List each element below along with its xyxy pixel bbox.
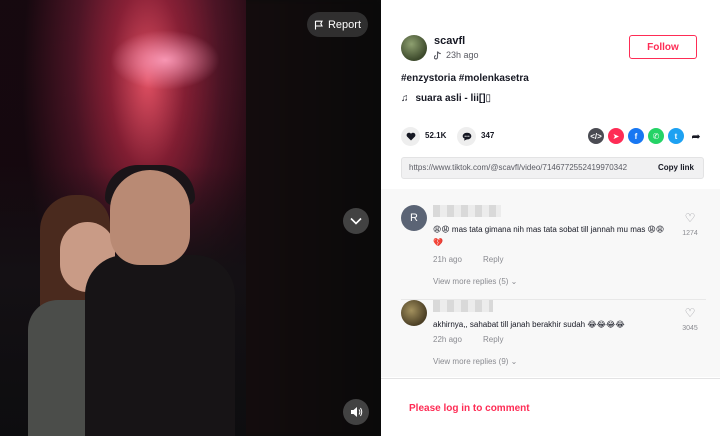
comment-time: 21h ago <box>433 255 462 264</box>
chevron-down-icon <box>350 217 362 225</box>
view-more-replies[interactable]: View more replies (5) ⌄ <box>433 277 517 286</box>
mute-button[interactable] <box>343 399 369 425</box>
music-note-icon: ♫ <box>401 93 409 104</box>
copy-link-button[interactable]: Copy link <box>658 163 694 172</box>
author-username[interactable]: scavfl <box>434 35 465 47</box>
comment-like[interactable]: ♡ 1274 <box>679 209 701 237</box>
report-label: Report <box>327 18 362 31</box>
video-link-box: https://www.tiktok.com/@scavfl/video/714… <box>401 157 704 179</box>
comment-like-count: 3045 <box>682 325 698 332</box>
author-header: scavfl 23h ago Follow <box>401 35 711 65</box>
video-frame[interactable] <box>0 0 246 436</box>
heart-outline-icon: ♡ <box>684 306 696 320</box>
post-time: 23h ago <box>446 50 479 60</box>
comment-bubble-icon <box>462 132 471 141</box>
comment-time: 22h ago <box>433 335 462 344</box>
comment-login-bar: Please log in to comment <box>381 378 720 436</box>
heart-icon <box>406 132 415 141</box>
send-icon[interactable]: ➤ <box>608 128 624 144</box>
share-arrow-icon[interactable]: ➦ <box>688 128 704 144</box>
comment-text: akhirnya,, sahabat till janah berakhir s… <box>433 320 625 329</box>
reply-button[interactable]: Reply <box>483 335 503 344</box>
comments-list[interactable]: R 😩😩 mas tata gimana nih mas tata sobat … <box>381 189 720 377</box>
author-avatar[interactable] <box>401 35 427 61</box>
stats-row: 52.1K 347 </> ➤ f ✆ t ➦ <box>401 126 713 146</box>
comment-username-blurred <box>433 205 501 217</box>
chevron-down-icon: ⌄ <box>510 277 518 286</box>
like-count: 52.1K <box>425 131 447 140</box>
video-pane[interactable]: Report <box>0 0 381 436</box>
tiktok-note-icon <box>434 50 441 59</box>
comment-like-count: 1274 <box>682 230 698 237</box>
follow-button[interactable]: Follow <box>629 35 697 59</box>
heart-outline-icon: ♡ <box>684 211 696 225</box>
speaker-icon <box>350 407 362 417</box>
like-button[interactable] <box>401 127 420 146</box>
chevron-down-icon: ⌄ <box>510 357 518 366</box>
comment-item: R 😩😩 mas tata gimana nih mas tata sobat … <box>401 205 711 295</box>
scroll-down-button[interactable] <box>343 208 369 234</box>
comment-avatar[interactable] <box>401 300 427 326</box>
comment-button[interactable] <box>457 127 476 146</box>
report-button[interactable]: Report <box>307 12 368 37</box>
facebook-icon[interactable]: f <box>628 128 644 144</box>
reply-button[interactable]: Reply <box>483 255 503 264</box>
post-meta: 23h ago <box>434 50 479 60</box>
comment-like[interactable]: ♡ 3045 <box>679 304 701 332</box>
video-link-url[interactable]: https://www.tiktok.com/@scavfl/video/714… <box>409 163 641 172</box>
view-more-label: View more replies (5) <box>433 277 509 286</box>
video-caption[interactable]: #enzystoria #molenkasetra <box>401 73 529 84</box>
comment-avatar[interactable]: R <box>401 205 427 231</box>
comment-item: akhirnya,, sahabat till janah berakhir s… <box>401 300 711 375</box>
view-more-replies[interactable]: View more replies (9) ⌄ <box>433 357 517 366</box>
comment-username-blurred <box>433 300 493 312</box>
view-more-label: View more replies (9) <box>433 357 509 366</box>
comment-count: 347 <box>481 131 495 140</box>
embed-icon[interactable]: </> <box>588 128 604 144</box>
music-label: suara asli - lii[]▯ <box>415 93 492 104</box>
login-to-comment-link[interactable]: Please log in to comment <box>409 403 530 414</box>
music-row[interactable]: ♫ suara asli - lii[]▯ <box>401 93 491 104</box>
stage-light <box>110 30 220 90</box>
person-hoodie <box>85 255 235 436</box>
flag-icon <box>314 20 323 29</box>
whatsapp-icon[interactable]: ✆ <box>648 128 664 144</box>
details-panel: scavfl 23h ago Follow #enzystoria #molen… <box>381 0 720 436</box>
person-face <box>110 170 190 265</box>
comment-text: 😩😩 mas tata gimana nih mas tata sobat ti… <box>433 225 665 247</box>
twitter-icon[interactable]: t <box>668 128 684 144</box>
